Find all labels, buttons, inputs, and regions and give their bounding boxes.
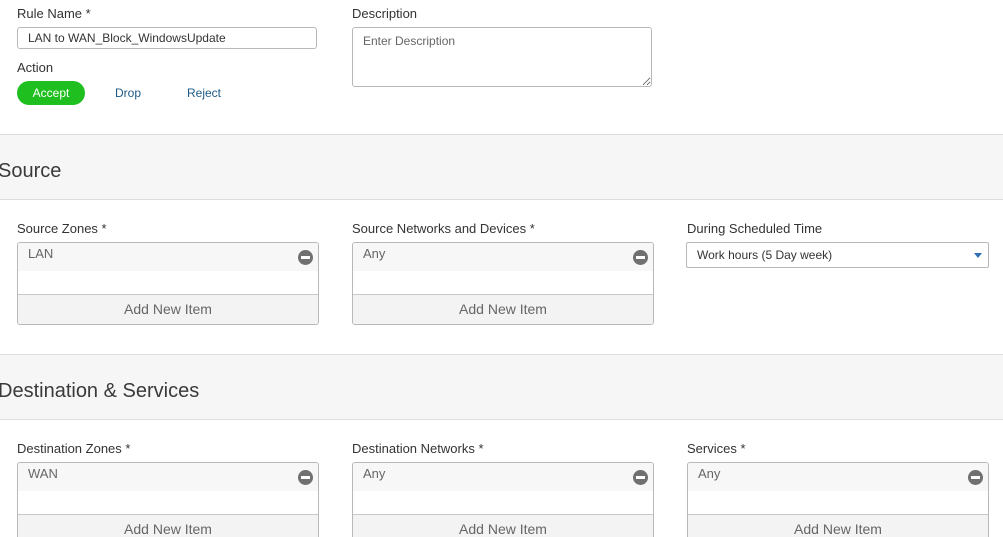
rule-name-label: Rule Name * (17, 6, 91, 21)
list-item: LAN (18, 243, 318, 271)
remove-icon[interactable] (633, 470, 648, 485)
source-zones-add-button[interactable]: Add New Item (18, 294, 318, 324)
destination-section-header: Destination & Services (0, 354, 1003, 420)
list-item: WAN (18, 463, 318, 491)
source-zone-value: LAN (28, 246, 54, 261)
action-label: Action (17, 60, 54, 75)
source-zones-list: LAN Add New Item (17, 242, 319, 325)
source-section-header: Source (0, 134, 1003, 200)
description-label: Description (352, 6, 418, 21)
destination-section-title: Destination & Services (0, 380, 200, 402)
remove-icon[interactable] (633, 250, 648, 265)
services-list: Any Add New Item (687, 462, 989, 537)
schedule-select[interactable]: Work hours (5 Day week) (686, 242, 989, 268)
chevron-down-icon (974, 253, 982, 258)
destination-network-value: Any (363, 466, 386, 481)
destination-zones-add-button[interactable]: Add New Item (18, 514, 318, 537)
remove-icon[interactable] (968, 470, 983, 485)
services-add-button[interactable]: Add New Item (688, 514, 988, 537)
source-zones-label: Source Zones * (17, 221, 107, 236)
remove-icon[interactable] (298, 250, 313, 265)
source-networks-add-button[interactable]: Add New Item (353, 294, 653, 324)
destination-networks-list: Any Add New Item (352, 462, 654, 537)
list-item: Any (353, 243, 653, 271)
schedule-selected-value: Work hours (5 Day week) (697, 248, 833, 262)
action-accept-button[interactable]: Accept (17, 81, 85, 105)
destination-zones-label: Destination Zones * (17, 441, 131, 456)
schedule-label: During Scheduled Time (687, 221, 823, 236)
list-item: Any (353, 463, 653, 491)
destination-zone-value: WAN (28, 466, 58, 481)
source-networks-label: Source Networks and Devices * (352, 221, 535, 236)
action-drop-button[interactable]: Drop (104, 81, 152, 105)
source-networks-list: Any Add New Item (352, 242, 654, 325)
destination-networks-label: Destination Networks * (352, 441, 484, 456)
source-section-title: Source (0, 160, 62, 182)
destination-zones-list: WAN Add New Item (17, 462, 319, 537)
destination-networks-add-button[interactable]: Add New Item (353, 514, 653, 537)
remove-icon[interactable] (298, 470, 313, 485)
services-label: Services * (687, 441, 746, 456)
action-reject-button[interactable]: Reject (180, 81, 228, 105)
list-item: Any (688, 463, 988, 491)
rule-name-input[interactable] (17, 27, 317, 49)
service-value: Any (698, 466, 721, 481)
description-textarea[interactable] (352, 27, 652, 87)
source-network-value: Any (363, 246, 386, 261)
